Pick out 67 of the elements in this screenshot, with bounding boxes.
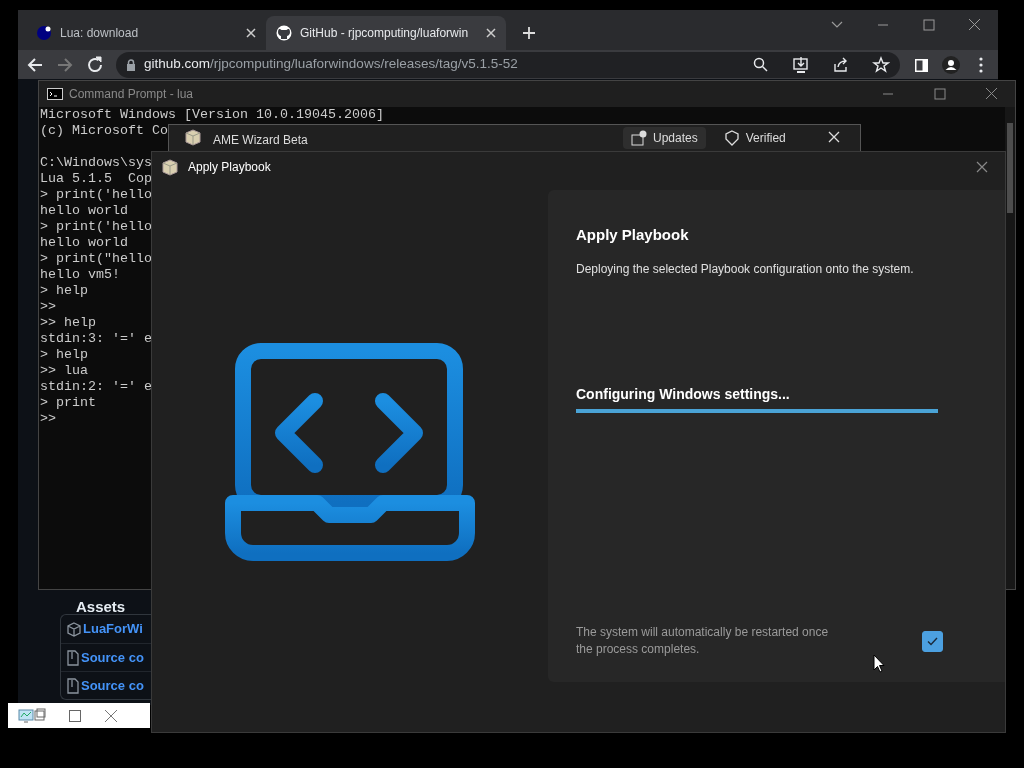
console-line: stdin:2: '=' e [40,379,152,394]
share-icon[interactable] [832,55,850,74]
asset-link[interactable]: LuaForWi [83,619,143,639]
console-line: (c) Microsoft Co [40,123,168,138]
moon-icon [36,25,52,41]
monitor-icon[interactable] [16,707,46,724]
description-text: Deploying the selected Playbook configuration onto the system. [576,260,915,278]
laptop-code-icon [225,342,475,562]
maximize-icon[interactable] [922,19,936,31]
browser-tab[interactable]: Lua: download [26,16,266,50]
star-icon[interactable] [872,55,890,74]
console-line: > help [40,283,88,298]
console-line: hello world [40,235,128,250]
app-icon [160,157,180,177]
new-tab-button[interactable] [522,26,536,40]
window-title: AME Wizard Beta [213,132,309,149]
console-icon [47,88,63,100]
reload-icon[interactable] [86,55,104,74]
lock-icon [126,58,136,71]
close-icon[interactable] [246,28,256,38]
console-line: > print [40,395,96,410]
install-icon[interactable] [792,55,810,74]
console-line: >> [40,411,56,426]
console-line: stdin:3: '=' e [40,331,152,346]
close-icon[interactable] [968,19,982,31]
console-line: >> lua [40,363,88,378]
wizard-tab[interactable]: Verified [715,127,794,149]
asset-link[interactable]: Source co [81,647,144,668]
dialog-heading: Apply Playbook [576,225,690,245]
profile-icon[interactable] [942,55,960,74]
console-line: >> [40,299,56,314]
browser-tab[interactable]: GitHub - rjpcomputing/luaforwin [266,16,506,50]
console-line: >> help [40,315,96,330]
note-text: The system will automatically be restarted once the process completes. [576,624,830,658]
window-title: Apply Playbook [188,159,271,176]
console-line: hello world [40,203,128,218]
console-line: > print('hello [40,219,152,234]
close-icon[interactable] [486,28,496,38]
maximize-icon[interactable] [933,88,947,100]
zip-file-icon [67,649,79,666]
app-icon [183,127,203,147]
window-title: Command Prompt - lua [69,86,194,103]
zip-file-icon [67,677,79,694]
package-icon [67,621,81,637]
section-heading: Assets [76,597,126,617]
console-line: > help [40,347,88,362]
check-icon [927,636,938,646]
console-line: C:\Windows\sys [40,155,152,170]
cursor-icon [873,654,885,673]
wizard-tab[interactable]: Updates [623,127,706,149]
console-line: > print("hello [40,251,152,266]
checkbox[interactable] [922,630,943,652]
back-icon[interactable] [26,55,44,74]
console-line: Microsoft Windows [Version 10.0.19045.2006] [40,107,384,122]
console-line: > print('hello [40,187,152,202]
asset-link[interactable]: Source co [81,675,144,696]
console-line: Lua 5.1.5 Cop [40,171,152,186]
console-line: hello vm5! [40,267,120,282]
shield-icon [723,130,740,146]
progress-label: Configuring Windows settings... [576,384,791,404]
update-icon [631,130,647,146]
close-icon[interactable] [985,88,999,100]
search-icon[interactable] [752,55,770,74]
forward-icon[interactable] [56,55,74,74]
maximize-icon[interactable] [68,708,82,723]
address-field[interactable]: github.com/rjpcomputing/luaforwindows/releases/tag/v5.1.5-52 [116,51,900,78]
scrollbar[interactable] [1005,107,1015,589]
